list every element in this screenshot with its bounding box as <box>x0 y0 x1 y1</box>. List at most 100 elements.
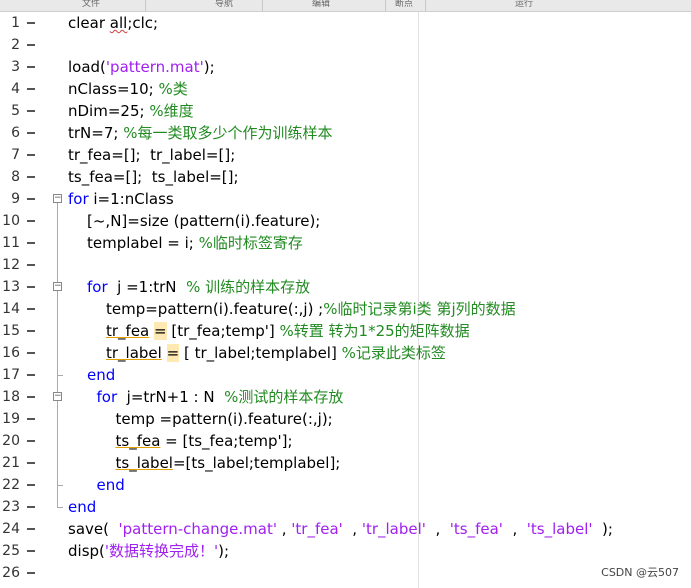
line-marker <box>27 110 35 112</box>
section-divider <box>385 0 386 11</box>
code-editor[interactable]: 1 clear all;clc; 2 3 load('pattern.mat'); 4 nC… <box>0 12 691 588</box>
line-marker <box>27 352 35 354</box>
comment-token: %转置 转为1*25的矩阵数据 <box>279 322 470 340</box>
fold-toggle-icon[interactable]: − <box>53 392 62 401</box>
line-marker <box>27 242 35 244</box>
code-line[interactable]: 20 ts_fea = [ts_fea;temp']; <box>0 430 691 452</box>
keyword-token: end <box>96 476 125 494</box>
line-number: 14 <box>2 301 20 317</box>
code-line[interactable]: 17 end <box>0 364 691 386</box>
code-line[interactable]: 16 tr_label = [ tr_label;templabel] %记录此类… <box>0 342 691 364</box>
code-line[interactable]: 10 [~,N]=size (pattern(i).feature); <box>0 210 691 232</box>
keyword-token: for <box>87 278 108 296</box>
code-line[interactable]: 23 end <box>0 496 691 518</box>
code-line[interactable]: 2 <box>0 34 691 56</box>
section-divider <box>145 0 146 11</box>
line-marker <box>27 88 35 90</box>
code-token: ;clc; <box>127 14 159 32</box>
line-marker <box>27 462 35 464</box>
string-token: 'pattern.mat' <box>105 58 204 76</box>
code-text: save( 'pattern-change.mat' , 'tr_fea' , … <box>68 518 613 540</box>
line-number: 26 <box>2 565 20 581</box>
code-line[interactable]: 24 save( 'pattern-change.mat' , 'tr_fea' … <box>0 518 691 540</box>
code-line[interactable]: 6 trN=7; %每一类取多少个作为训练样本 <box>0 122 691 144</box>
code-line[interactable]: 22 end <box>0 474 691 496</box>
code-token: tr_label <box>106 344 162 362</box>
comment-token: %临时记录第i类 第j列的数据 <box>323 300 516 318</box>
fold-end-marker <box>57 485 63 486</box>
code-text: temp=pattern(i).feature(:,j) ;%临时记录第i类 第… <box>106 298 516 320</box>
code-line[interactable]: 25 disp('数据转换完成！'); <box>0 540 691 562</box>
line-number: 17 <box>2 367 20 383</box>
code-line[interactable]: 13 for j =1:trN % 训练的样本存放 <box>0 276 691 298</box>
code-text: for j=trN+1 : N %测试的样本存放 <box>97 386 344 408</box>
fold-toggle-icon[interactable]: − <box>53 194 62 203</box>
code-token: ); <box>203 58 215 76</box>
code-line[interactable]: 18 for j=trN+1 : N %测试的样本存放 <box>0 386 691 408</box>
code-line[interactable]: 1 clear all;clc; <box>0 12 691 34</box>
line-marker <box>27 44 35 46</box>
line-number: 3 <box>11 59 20 75</box>
code-text: nClass=10; %类 <box>68 78 188 100</box>
code-text: for i=1:nClass <box>68 188 174 210</box>
line-marker <box>27 308 35 310</box>
code-text: ts_fea = [ts_fea;temp']; <box>116 430 293 452</box>
code-text: end <box>97 474 125 496</box>
code-line[interactable]: 19 temp =pattern(i).feature(:,j); <box>0 408 691 430</box>
code-token: nDim=25; <box>68 102 150 120</box>
line-number: 1 <box>11 15 20 31</box>
fold-toggle-icon[interactable]: − <box>53 282 62 291</box>
string-token: 'ts_label' <box>526 520 593 538</box>
line-number: 13 <box>2 279 20 295</box>
line-number: 25 <box>2 543 20 559</box>
code-line[interactable]: 26 <box>0 562 691 584</box>
code-line[interactable]: 7 tr_fea=[]; tr_label=[]; <box>0 144 691 166</box>
code-token: , <box>502 520 527 538</box>
code-line[interactable]: 14 temp=pattern(i).feature(:,j) ;%临时记录第i类… <box>0 298 691 320</box>
code-line[interactable]: 15 tr_fea = [tr_fea;temp'] %转置 转为1*25的矩阵数… <box>0 320 691 342</box>
code-line[interactable]: 9 for i=1:nClass <box>0 188 691 210</box>
section-divider <box>262 0 263 11</box>
string-token: 'pattern-change.mat' <box>118 520 277 538</box>
code-token: ); <box>218 542 230 560</box>
code-text: nDim=25; %维度 <box>68 100 194 122</box>
section-breakpoints[interactable]: 断点 <box>395 0 413 10</box>
line-marker <box>27 154 35 156</box>
code-line[interactable]: 5 nDim=25; %维度 <box>0 100 691 122</box>
line-number: 21 <box>2 455 20 471</box>
code-text: clear all;clc; <box>68 12 158 34</box>
line-number: 12 <box>2 257 20 273</box>
line-number: 4 <box>11 81 20 97</box>
section-edit[interactable]: 编辑 <box>312 0 330 10</box>
code-token: , <box>342 520 362 538</box>
code-token: [~,N]=size (pattern(i).feature); <box>87 212 321 230</box>
section-run[interactable]: 运行 <box>515 0 533 10</box>
section-divider <box>425 0 426 11</box>
section-navigate[interactable]: 导航 <box>215 0 233 10</box>
code-token: j=trN+1 : N <box>117 388 225 406</box>
code-line[interactable]: 8 ts_fea=[]; ts_label=[]; <box>0 166 691 188</box>
code-text: tr_label = [ tr_label;templabel] %记录此类标签 <box>106 342 446 364</box>
code-line[interactable]: 12 <box>0 254 691 276</box>
line-marker <box>27 396 35 398</box>
line-number: 24 <box>2 521 20 537</box>
keyword-token: end <box>68 498 97 516</box>
line-marker <box>27 264 35 266</box>
code-token: ts_fea=[]; ts_label=[]; <box>68 168 239 186</box>
comment-token: % 训练的样本存放 <box>186 278 311 296</box>
line-marker <box>27 66 35 68</box>
code-line[interactable]: 11 templabel = i; %临时标签寄存 <box>0 232 691 254</box>
code-token: = <box>154 322 167 340</box>
section-file[interactable]: 文件 <box>82 0 100 10</box>
code-token: = [ts_fea;temp']; <box>160 432 293 450</box>
code-token: =[ts_label;templabel]; <box>172 454 341 472</box>
code-token: i=1:nClass <box>88 190 174 208</box>
code-line[interactable]: 3 load('pattern.mat'); <box>0 56 691 78</box>
string-token: 'ts_fea' <box>449 520 503 538</box>
code-text: ts_label=[ts_label;templabel]; <box>116 452 341 474</box>
fold-end-marker <box>57 507 63 508</box>
code-text: ts_fea=[]; ts_label=[]; <box>68 166 239 188</box>
code-token: all <box>109 14 128 32</box>
code-line[interactable]: 4 nClass=10; %类 <box>0 78 691 100</box>
code-line[interactable]: 21 ts_label=[ts_label;templabel]; <box>0 452 691 474</box>
